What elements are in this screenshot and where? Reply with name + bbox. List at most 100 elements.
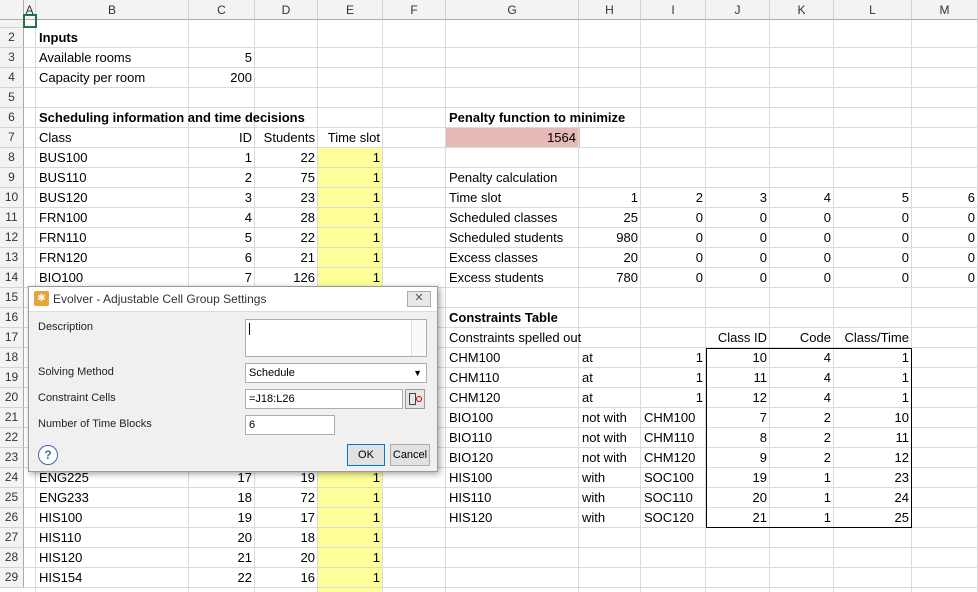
- row-header-12[interactable]: 12: [0, 228, 24, 248]
- rooms-label[interactable]: Available rooms: [36, 48, 189, 68]
- students-cell[interactable]: 28: [255, 208, 318, 228]
- class-cell[interactable]: HIS110: [36, 528, 189, 548]
- row-header-13[interactable]: 13: [0, 248, 24, 268]
- close-icon[interactable]: ✕: [407, 291, 431, 307]
- row-header-18[interactable]: 18: [0, 348, 24, 368]
- timeslot-cell[interactable]: 1: [318, 508, 383, 528]
- penalty-value-cell[interactable]: 1: [579, 188, 641, 208]
- penalty-row-label[interactable]: Scheduled classes: [446, 208, 579, 228]
- penalty-value-cell[interactable]: 0: [912, 268, 978, 288]
- class-cell[interactable]: HIS100: [36, 508, 189, 528]
- penalty-value-cell[interactable]: 0: [706, 248, 770, 268]
- id-cell[interactable]: 21: [189, 548, 255, 568]
- penalty-value-cell[interactable]: 0: [706, 268, 770, 288]
- penalty-value-cell[interactable]: 0: [706, 208, 770, 228]
- timeslot-cell[interactable]: 1: [318, 188, 383, 208]
- row-header-5[interactable]: 5: [0, 88, 24, 108]
- penalty-value-cell[interactable]: 0: [641, 268, 706, 288]
- penalty-value-cell[interactable]: 0: [834, 208, 912, 228]
- scheduling-heading[interactable]: Scheduling information and time decision…: [36, 108, 305, 128]
- timeslot-cell[interactable]: 1: [318, 168, 383, 188]
- column-header-g[interactable]: G: [446, 0, 579, 20]
- students-header[interactable]: Students: [255, 128, 318, 148]
- dialog-title-bar[interactable]: ✱ Evolver - Adjustable Cell Group Settin…: [29, 287, 437, 312]
- penalty-value-cell[interactable]: 0: [770, 248, 834, 268]
- penalty-value-cell[interactable]: 780: [579, 268, 641, 288]
- time-blocks-field[interactable]: 6: [245, 415, 335, 435]
- column-header-h[interactable]: H: [579, 0, 641, 20]
- row-header-3[interactable]: 3: [0, 48, 24, 68]
- students-cell[interactable]: 72: [255, 488, 318, 508]
- penalty-value-cell[interactable]: 0: [770, 228, 834, 248]
- id-cell[interactable]: 4: [189, 208, 255, 228]
- constraint-relation[interactable]: not with: [579, 428, 641, 448]
- class-cell[interactable]: BUS110: [36, 168, 189, 188]
- penalty-value-cell[interactable]: 25: [579, 208, 641, 228]
- class-cell[interactable]: FRN110: [36, 228, 189, 248]
- class-cell[interactable]: FRN100: [36, 208, 189, 228]
- constraint-relation[interactable]: at: [579, 388, 641, 408]
- constraint-relation[interactable]: at: [579, 368, 641, 388]
- column-header-f[interactable]: F: [383, 0, 446, 20]
- penalty-value-cell[interactable]: 0: [834, 228, 912, 248]
- penalty-value-cell[interactable]: 0: [912, 208, 978, 228]
- constraint-target[interactable]: SOC100: [641, 468, 706, 488]
- constraint-target[interactable]: 1: [641, 368, 706, 388]
- rooms-value[interactable]: 5: [189, 48, 255, 68]
- solving-method-select[interactable]: Schedule ▼: [245, 363, 427, 383]
- penalty-value-cell[interactable]: 0: [770, 208, 834, 228]
- students-cell[interactable]: 22: [255, 148, 318, 168]
- class-cell[interactable]: BUS100: [36, 148, 189, 168]
- row-header-7[interactable]: 7: [0, 128, 24, 148]
- penalty-row-label[interactable]: Time slot: [446, 188, 579, 208]
- row-header-21[interactable]: 21: [0, 408, 24, 428]
- penalty-value-cell[interactable]: 6: [912, 188, 978, 208]
- penalty-value-cell[interactable]: 20: [579, 248, 641, 268]
- row-header-22[interactable]: 22: [0, 428, 24, 448]
- constraint-class[interactable]: CHM120: [446, 388, 579, 408]
- students-cell[interactable]: 18: [255, 528, 318, 548]
- row-header-29[interactable]: 29: [0, 568, 24, 588]
- class-cell[interactable]: FRN120: [36, 248, 189, 268]
- constraint-class[interactable]: BIO100: [446, 408, 579, 428]
- constraint-relation[interactable]: with: [579, 508, 641, 528]
- constraint-class[interactable]: CHM100: [446, 348, 579, 368]
- row-header-25[interactable]: 25: [0, 488, 24, 508]
- timeslot-cell[interactable]: 1: [318, 148, 383, 168]
- class-header[interactable]: Class: [36, 128, 189, 148]
- constraint-target[interactable]: SOC120: [641, 508, 706, 528]
- timeslot-cell[interactable]: 1: [318, 488, 383, 508]
- row-header-2[interactable]: 2: [0, 28, 24, 48]
- column-header-c[interactable]: C: [189, 0, 255, 20]
- description-scrollbar[interactable]: [411, 320, 426, 356]
- timeslot-cell[interactable]: 1: [318, 208, 383, 228]
- constraint-relation[interactable]: not with: [579, 448, 641, 468]
- students-cell[interactable]: 23: [255, 188, 318, 208]
- row-header-4[interactable]: 4: [0, 68, 24, 88]
- column-header-j[interactable]: J: [706, 0, 770, 20]
- constraint-target[interactable]: CHM110: [641, 428, 706, 448]
- help-icon[interactable]: ?: [38, 445, 58, 465]
- class-cell[interactable]: HIS154: [36, 568, 189, 588]
- row-header-20[interactable]: 20: [0, 388, 24, 408]
- timeslot-cell[interactable]: 1: [318, 568, 383, 588]
- timeslot-cell[interactable]: 1: [318, 548, 383, 568]
- id-cell[interactable]: 6: [189, 248, 255, 268]
- constraint-relation[interactable]: at: [579, 348, 641, 368]
- ok-button[interactable]: OK: [347, 444, 385, 466]
- column-header-d[interactable]: D: [255, 0, 318, 20]
- class-cell[interactable]: HIS120: [36, 548, 189, 568]
- id-cell[interactable]: 20: [189, 528, 255, 548]
- constraint-class[interactable]: CHM110: [446, 368, 579, 388]
- constraint-target[interactable]: CHM100: [641, 408, 706, 428]
- penalty-value-cell[interactable]: 980: [579, 228, 641, 248]
- column-header-b[interactable]: B: [36, 0, 189, 20]
- select-all-corner[interactable]: [0, 0, 24, 20]
- penalty-value-cell[interactable]: 0: [834, 248, 912, 268]
- constraint-class[interactable]: BIO110: [446, 428, 579, 448]
- constraint-class[interactable]: HIS100: [446, 468, 579, 488]
- penalty-heading[interactable]: Penalty function to minimize: [446, 108, 625, 128]
- penalty-value-cell[interactable]: 4: [770, 188, 834, 208]
- row-header-1[interactable]: [0, 20, 24, 28]
- timeslot-header[interactable]: Time slot: [318, 128, 383, 148]
